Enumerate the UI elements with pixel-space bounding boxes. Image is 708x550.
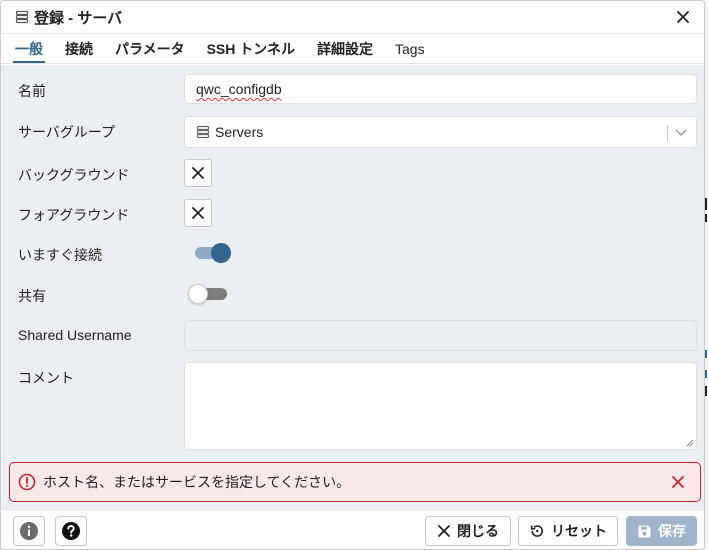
help-icon — [62, 522, 80, 540]
save-button-label: 保存 — [658, 523, 686, 539]
help-button[interactable] — [55, 516, 87, 546]
select-separator — [667, 125, 668, 141]
name-input[interactable]: qwc_configdb — [184, 74, 697, 104]
register-server-dialog: 登録 - サーバ 一般 接続 パラメータ SSH トンネル 詳細設定 Tags … — [0, 0, 705, 550]
shared-username-input — [184, 320, 697, 351]
server-group-select[interactable]: Servers — [184, 116, 697, 148]
resize-grip-icon[interactable] — [686, 439, 694, 447]
reset-icon — [530, 525, 543, 537]
server-group-icon — [15, 10, 29, 24]
server-group-icon — [196, 125, 210, 139]
info-button[interactable] — [13, 516, 45, 546]
tab-connection[interactable]: 接続 — [65, 34, 93, 63]
save-button[interactable]: 保存 — [626, 516, 697, 546]
foreground-color-picker[interactable] — [184, 199, 212, 227]
shared-username-label: Shared Username — [18, 327, 132, 343]
connect-now-toggle[interactable] — [191, 242, 231, 264]
info-icon — [20, 522, 38, 540]
server-group-label: サーバグループ — [18, 124, 116, 140]
toggle-knob — [188, 284, 208, 304]
save-icon — [638, 525, 651, 537]
error-message-bar: ホスト名、またはサービスを指定してください。 — [9, 462, 701, 502]
background-label: バックグラウンド — [18, 167, 130, 183]
background-color-picker[interactable] — [184, 159, 212, 187]
close-button[interactable]: 閉じる — [425, 516, 511, 546]
name-label: 名前 — [18, 83, 46, 99]
clear-icon — [192, 167, 204, 179]
dialog-footer: 閉じる リセット 保存 — [1, 509, 704, 549]
tab-ssh-tunnel[interactable]: SSH トンネル — [207, 34, 295, 63]
dialog-title: 登録 - サーバ — [34, 9, 123, 27]
reset-button-label: リセット — [551, 523, 607, 539]
reset-button[interactable]: リセット — [518, 516, 618, 546]
chevron-down-icon[interactable] — [674, 125, 688, 142]
tab-general[interactable]: 一般 — [13, 34, 45, 63]
toggle-knob — [211, 243, 231, 263]
tab-tags[interactable]: Tags — [395, 34, 425, 63]
foreground-label: フォアグラウンド — [18, 207, 130, 223]
tab-parameters[interactable]: パラメータ — [115, 34, 185, 63]
clear-icon — [192, 207, 204, 219]
dialog-title-bar[interactable]: 登録 - サーバ — [1, 1, 704, 34]
shared-label: 共有 — [18, 288, 46, 304]
close-icon[interactable] — [672, 6, 694, 28]
comment-textarea[interactable] — [184, 362, 697, 450]
close-button-label: 閉じる — [457, 523, 499, 539]
tab-bar: 一般 接続 パラメータ SSH トンネル 詳細設定 Tags — [1, 34, 704, 64]
close-icon — [438, 525, 450, 537]
shared-toggle[interactable] — [188, 283, 231, 305]
tab-advanced[interactable]: 詳細設定 — [317, 34, 373, 63]
comment-label: コメント — [18, 370, 74, 386]
error-circle-icon — [18, 473, 36, 491]
connect-now-label: いますぐ接続 — [18, 247, 102, 263]
error-message-text: ホスト名、またはサービスを指定してください。 — [43, 474, 351, 490]
form-body: 名前 qwc_configdb サーバグループ Servers バックグラウンド… — [1, 65, 704, 511]
name-input-value: qwc_configdb — [196, 81, 282, 97]
close-icon[interactable] — [668, 472, 688, 492]
server-group-value: Servers — [215, 124, 264, 140]
